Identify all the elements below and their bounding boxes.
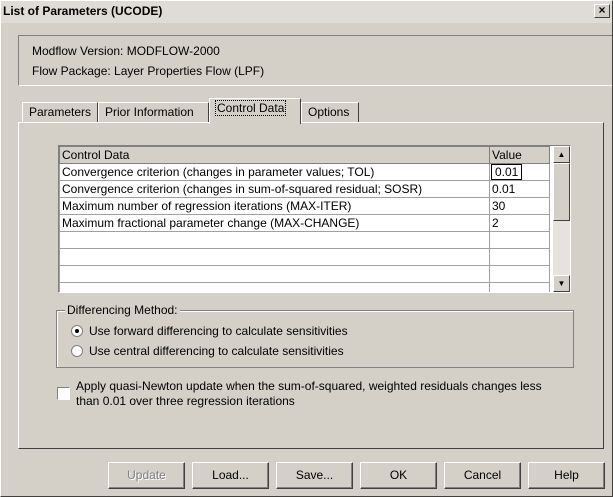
window-title: List of Parameters (UCODE) xyxy=(3,4,163,18)
quasi-newton-label[interactable]: Apply quasi-Newton update when the sum-o… xyxy=(76,379,556,409)
row-value-cell[interactable]: 30 xyxy=(489,197,550,215)
row-value-cell[interactable]: 0.01 xyxy=(489,180,550,198)
radio-forward-label[interactable]: Use forward differencing to calculate se… xyxy=(89,324,348,338)
empty-row xyxy=(59,231,550,249)
column-header-value[interactable]: Value xyxy=(489,146,550,164)
modflow-version-label: Modflow Version: MODFLOW-2000 xyxy=(32,44,220,58)
scroll-thumb[interactable] xyxy=(553,163,570,221)
row-name-cell: Maximum fractional parameter change (MAX… xyxy=(59,214,490,232)
table-row[interactable]: Maximum fractional parameter change (MAX… xyxy=(59,214,550,232)
quasi-newton-checkbox[interactable] xyxy=(57,387,70,400)
table-row[interactable]: Convergence criterion (changes in sum-of… xyxy=(59,180,550,198)
tab-parameters[interactable]: Parameters xyxy=(22,102,98,123)
control-data-panel: Control Data Value Convergence criterion… xyxy=(18,122,604,449)
close-icon[interactable]: × xyxy=(594,4,610,18)
empty-row xyxy=(59,282,550,292)
load-button[interactable]: Load... xyxy=(192,462,269,489)
model-info-box: Modflow Version: MODFLOW-2000 Flow Packa… xyxy=(18,35,612,86)
grid-header-row: Control Data Value xyxy=(59,146,550,164)
empty-row xyxy=(59,265,550,283)
row-name-cell: Convergence criterion (changes in sum-of… xyxy=(59,180,490,198)
control-data-grid[interactable]: Control Data Value Convergence criterion… xyxy=(58,145,571,293)
scroll-down-icon[interactable]: ▼ xyxy=(553,275,570,292)
radio-unselected-icon[interactable] xyxy=(71,345,83,357)
row-value-cell[interactable]: 2 xyxy=(489,214,550,232)
title-bar: List of Parameters (UCODE) × xyxy=(1,1,612,23)
cancel-button[interactable]: Cancel xyxy=(444,462,521,489)
radio-central-label[interactable]: Use central differencing to calculate se… xyxy=(89,344,344,358)
tab-prior-information-label: Prior Information xyxy=(105,105,194,119)
row-value-text[interactable]: 0.01 xyxy=(490,164,523,180)
tab-prior-information[interactable]: Prior Information xyxy=(98,102,209,123)
flow-package-label: Flow Package: Layer Properties Flow (LPF… xyxy=(32,64,265,78)
differencing-method-legend: Differencing Method: xyxy=(65,303,180,317)
help-button[interactable]: Help xyxy=(528,462,605,489)
save-button[interactable]: Save... xyxy=(276,462,353,489)
tab-options[interactable]: Options xyxy=(301,102,359,123)
dialog-window: List of Parameters (UCODE) × Modflow Ver… xyxy=(0,0,613,497)
tab-control-data[interactable]: Control Data xyxy=(209,98,301,124)
update-button[interactable]: Update xyxy=(108,462,185,489)
radio-selected-icon[interactable] xyxy=(71,325,83,337)
tab-control-data-label: Control Data xyxy=(214,100,287,116)
column-header-control-data[interactable]: Control Data xyxy=(59,146,490,164)
row-value-cell[interactable]: 0.01 xyxy=(489,163,550,181)
table-row[interactable]: Convergence criterion (changes in parame… xyxy=(59,163,550,181)
differencing-method-group: Differencing Method: Use forward differe… xyxy=(56,303,574,368)
scroll-up-icon[interactable]: ▲ xyxy=(553,146,570,163)
table-row[interactable]: Maximum number of regression iterations … xyxy=(59,197,550,215)
row-name-cell: Convergence criterion (changes in parame… xyxy=(59,163,490,181)
empty-row xyxy=(59,248,550,266)
row-name-cell: Maximum number of regression iterations … xyxy=(59,197,490,215)
grid-vertical-scrollbar[interactable]: ▲ ▼ xyxy=(553,146,570,292)
tab-options-label: Options xyxy=(308,105,350,119)
tab-parameters-label: Parameters xyxy=(29,105,92,119)
ok-button[interactable]: OK xyxy=(360,462,437,489)
